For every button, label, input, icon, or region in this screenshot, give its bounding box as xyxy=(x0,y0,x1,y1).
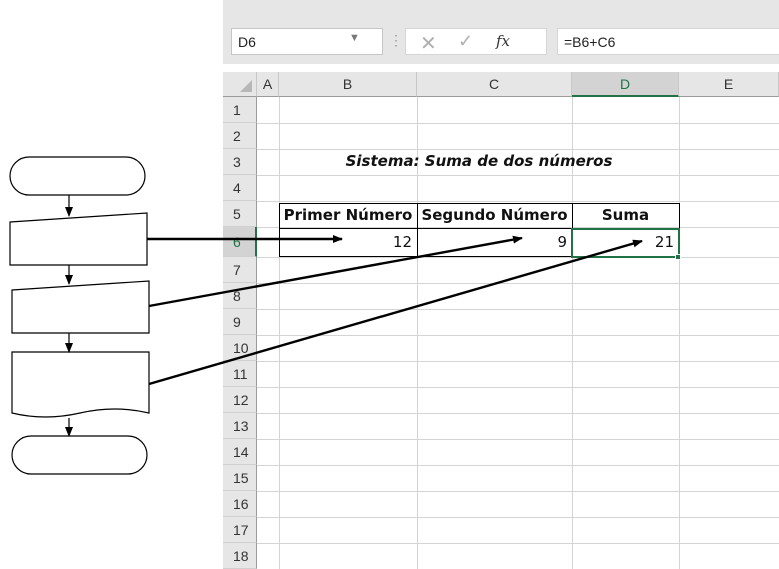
row-header-6[interactable]: 6 xyxy=(223,227,257,257)
grid-line xyxy=(257,361,779,362)
grid-line xyxy=(257,123,779,124)
flowchart-start: Inicio xyxy=(10,157,145,195)
row-header-11[interactable]: 11 xyxy=(223,361,257,387)
row-header-3[interactable]: 3 xyxy=(223,149,257,175)
row-header-9[interactable]: 9 xyxy=(223,309,257,335)
sheet-title[interactable]: Sistema: Suma de dos números xyxy=(279,152,679,170)
grid-line xyxy=(257,149,779,150)
row-header-18[interactable]: 18 xyxy=(223,543,257,569)
grid-line xyxy=(257,491,779,492)
header-cell-c5[interactable]: Segundo Número xyxy=(417,206,572,224)
row-header-16[interactable]: 16 xyxy=(223,491,257,517)
grid-line xyxy=(257,543,779,544)
row-header-5[interactable]: 5 xyxy=(223,201,257,227)
row-header-14[interactable]: 14 xyxy=(223,439,257,465)
start-label: Inicio xyxy=(60,167,95,183)
grid-line xyxy=(257,309,779,310)
row-header-4[interactable]: 4 xyxy=(223,175,257,201)
grid-line xyxy=(257,175,779,176)
formula-buttons: ✕ ✓ fx xyxy=(405,28,547,55)
row-header-12[interactable]: 12 xyxy=(223,387,257,413)
header-cell-d5[interactable]: Suma xyxy=(572,206,679,224)
flowchart-end: Fin xyxy=(12,436,147,474)
chevron-down-icon[interactable]: ▼ xyxy=(349,32,360,44)
column-header-b[interactable]: B xyxy=(279,72,417,97)
end-label: Fin xyxy=(69,446,90,462)
column-header-a[interactable]: A xyxy=(257,72,279,97)
grid-line xyxy=(257,387,779,388)
row-header-10[interactable]: 10 xyxy=(223,335,257,361)
value-cell-b6[interactable]: 12 xyxy=(279,233,412,251)
grid-line xyxy=(257,257,779,258)
grid-line xyxy=(257,283,779,284)
grid-line xyxy=(257,517,779,518)
flowchart-output: Numero_1 + Numero_2 xyxy=(12,352,149,418)
header-cell-b5[interactable]: Primer Número xyxy=(279,206,417,224)
grid-line xyxy=(257,413,779,414)
name-box-value: D6 xyxy=(238,34,256,50)
grid-line xyxy=(257,201,779,202)
active-cell-selection[interactable] xyxy=(571,228,680,258)
row-header-17[interactable]: 17 xyxy=(223,517,257,543)
row-header-15[interactable]: 15 xyxy=(223,465,257,491)
input-1-label: Numero_1 xyxy=(46,233,111,249)
output-label-line1: Numero_1 + xyxy=(42,360,119,376)
input-2-label: Numero_2 xyxy=(48,303,113,319)
value-cell-c6[interactable]: 9 xyxy=(417,233,567,251)
row-header-13[interactable]: 13 xyxy=(223,413,257,439)
name-box[interactable]: D6 ▼ xyxy=(231,28,383,55)
select-all-corner[interactable] xyxy=(223,72,257,97)
formula-text: =B6+C6 xyxy=(564,34,616,50)
insert-function-icon[interactable]: fx xyxy=(496,32,510,50)
row-header-7[interactable]: 7 xyxy=(223,257,257,283)
column-header-c[interactable]: C xyxy=(417,72,572,97)
spreadsheet-window: D6 ▼ ⋮ ✕ ✓ fx =B6+C6 A B C D E 1 2 3 4 5… xyxy=(223,0,779,569)
grid-line xyxy=(257,465,779,466)
grid-line xyxy=(679,97,680,569)
column-header-e[interactable]: E xyxy=(679,72,779,97)
separator-dots-icon: ⋮ xyxy=(389,32,403,48)
cancel-icon[interactable]: ✕ xyxy=(420,31,437,56)
row-header-1[interactable]: 1 xyxy=(223,97,257,123)
grid-line xyxy=(257,335,779,336)
row-header-2[interactable]: 2 xyxy=(223,123,257,149)
output-label-line2: Numero_2 xyxy=(48,378,113,394)
column-header-d[interactable]: D xyxy=(572,72,679,97)
grid-line xyxy=(257,439,779,440)
formula-bar: D6 ▼ ⋮ ✕ ✓ fx =B6+C6 xyxy=(223,0,779,64)
flowchart-input-2: Numero_2 xyxy=(12,283,149,333)
flowchart-input-1: Numero_1 xyxy=(10,215,147,265)
enter-icon[interactable]: ✓ xyxy=(458,31,473,52)
fill-handle[interactable] xyxy=(675,254,681,260)
row-header-8[interactable]: 8 xyxy=(223,283,257,309)
formula-input[interactable]: =B6+C6 xyxy=(557,28,779,55)
